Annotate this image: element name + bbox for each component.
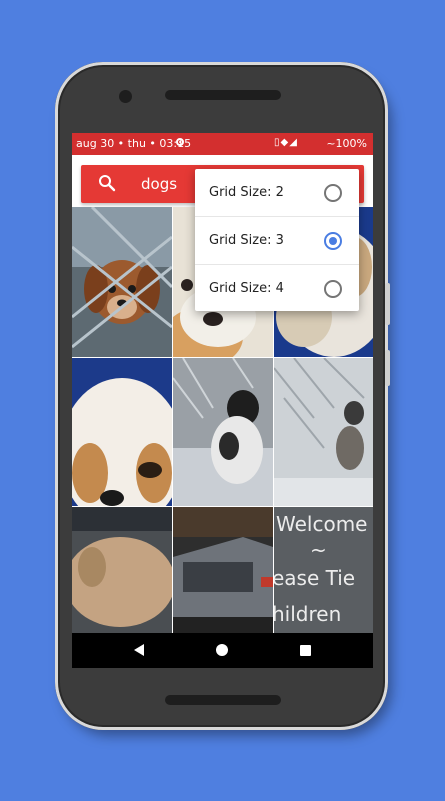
search-query[interactable]: dogs [141,175,177,193]
menu-item-label: Grid Size: 2 [209,185,284,200]
sign-text-line2: ~ [310,538,327,562]
menu-item-label: Grid Size: 3 [209,233,284,248]
status-bar: aug 30 • thu • 03:15 ▯◆◢ ~100% [72,133,373,155]
back-icon[interactable] [134,644,144,656]
photo-tile-shih-tzu[interactable] [72,358,172,506]
app-screen: aug 30 • thu • 03:15 ▯◆◢ ~100% dogs Welc… [72,133,373,668]
recents-icon[interactable] [300,645,311,656]
photo-tile-tan-dog[interactable] [72,507,172,633]
status-datetime: aug 30 • thu • 03:15 [76,137,192,150]
menu-item-grid-4[interactable]: Grid Size: 4 [195,265,359,312]
grid-size-menu: Grid Size: 2 Grid Size: 3 Grid Size: 4 [195,169,359,311]
photo-tile-puppy[interactable] [72,207,172,357]
volume-button [385,283,390,325]
photo-tile-welcome-sign[interactable]: Welcome ~ ease Tie hildren [274,507,373,633]
radio-unchecked-icon[interactable] [324,184,342,202]
photo-tile-dog-in-snow[interactable] [173,358,273,506]
photo-tile-truck[interactable] [173,507,273,633]
radio-checked-icon[interactable] [324,232,342,250]
menu-item-label: Grid Size: 4 [209,281,284,296]
sign-text-line1: Welcome [276,512,367,536]
battery-status: ~100% [326,137,367,150]
sign-text-line3: ease Tie [274,566,355,590]
search-icon[interactable] [98,174,116,196]
home-icon[interactable] [216,644,228,656]
radio-unchecked-icon[interactable] [324,280,342,298]
menu-item-grid-2[interactable]: Grid Size: 2 [195,169,359,216]
screen-record-icon [176,138,184,146]
front-camera [119,90,132,103]
signal-icons: ▯◆◢ [274,137,298,148]
photo-tile-snowy-forest[interactable] [274,358,373,506]
earpiece-speaker [165,90,281,100]
power-button [385,350,390,386]
bottom-speaker [165,695,281,705]
menu-item-grid-3[interactable]: Grid Size: 3 [195,217,359,264]
navigation-bar [72,633,373,668]
sign-text-line4: hildren [274,602,341,626]
